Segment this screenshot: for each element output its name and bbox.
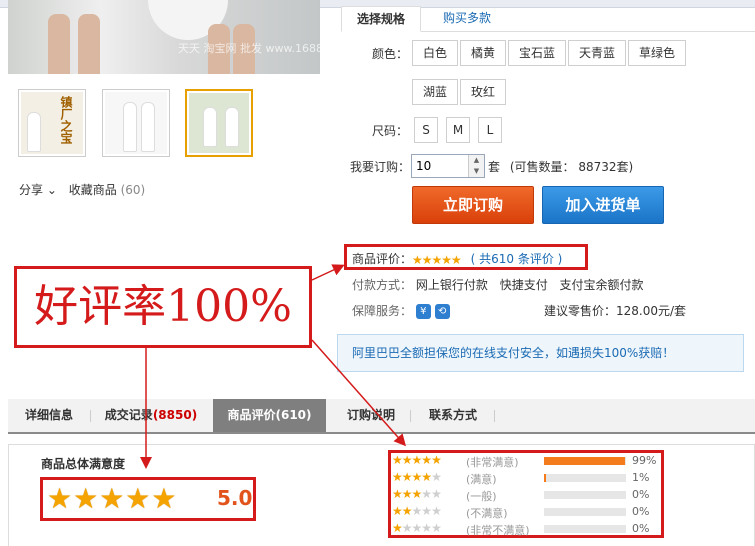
size-option[interactable]: S	[414, 117, 438, 143]
thumbnail-figure	[123, 102, 137, 152]
available-quantity: (可售数量： 88732套)	[509, 160, 634, 174]
chevron-down-icon: ⌄	[43, 183, 57, 197]
tab-buy-multiple[interactable]: 购买多款	[443, 6, 491, 32]
tab-divider	[494, 410, 495, 422]
payment-secure-notice: 阿里巴巴全额担保您的在线支付安全，如遇损失100%获赔！	[337, 334, 744, 372]
thumbnail-1[interactable]: 镇厂之宝	[18, 89, 86, 157]
size-option[interactable]: L	[478, 117, 502, 143]
chevron-down-icon[interactable]: ▼	[469, 166, 484, 177]
add-to-cart-button[interactable]: 加入进货单	[542, 186, 664, 224]
breakdown-stars: ★★★★★	[392, 504, 442, 518]
arrow-to-review	[311, 264, 345, 281]
review-row: 商品评价：★★★★★ ( 共610 条评价 )	[352, 250, 562, 267]
favorite-link[interactable]: 收藏商品 (60)	[69, 183, 145, 197]
size-label: 尺码：	[371, 124, 408, 138]
image-watermark: 天天 淘宝网 批发 www.1688.com	[178, 42, 320, 55]
color-option[interactable]: 天青蓝	[568, 40, 627, 66]
tab-reviews[interactable]: 商品评价(610)	[213, 399, 326, 432]
breakdown-stars: ★★★★★	[392, 487, 442, 501]
satisfaction-highlight-box: ★★★★★ 5.0	[40, 477, 256, 521]
tab-contact[interactable]: 联系方式	[414, 399, 492, 432]
breakdown-bar	[544, 457, 626, 465]
annotation-box: 好评率100%	[14, 266, 312, 348]
color-option[interactable]: 玫红	[460, 79, 507, 105]
breakdown-label: (非常不满意)	[466, 524, 530, 537]
quantity-label: 我要订购：	[350, 160, 411, 174]
breakdown-stars: ★★★★★	[392, 470, 442, 484]
breakdown-percent: 99%	[632, 454, 657, 467]
color-option[interactable]: 湖蓝	[412, 79, 459, 105]
breakdown-label: (满意)	[466, 473, 497, 486]
color-option[interactable]: 宝石蓝	[508, 40, 567, 66]
retail-price-label: 建议零售价：	[544, 304, 617, 318]
breakdown-bar-fill	[544, 474, 546, 482]
tab-details[interactable]: 详细信息	[8, 399, 90, 432]
quantity-stepper[interactable]: ▲ ▼	[411, 154, 485, 178]
color-option[interactable]: 白色	[412, 40, 459, 66]
return-shield-icon[interactable]: ⟲	[434, 304, 450, 319]
review-stars: ★★★★★	[412, 252, 462, 267]
quantity-unit-row: 套 (可售数量： 88732套)	[488, 158, 633, 175]
tab-divider	[90, 410, 91, 422]
share-link[interactable]: 分享 ⌄	[19, 183, 57, 197]
review-label: 商品评价：	[352, 252, 413, 266]
tab-order-notes[interactable]: 订购说明	[332, 399, 410, 432]
color-label: 颜色：	[371, 47, 408, 61]
order-now-button[interactable]: 立即订购	[412, 186, 534, 224]
color-option[interactable]: 橘黄	[460, 40, 507, 66]
model-leg	[48, 14, 70, 74]
thumbnail-badge: 镇厂之宝	[59, 96, 73, 144]
breakdown-percent: 0%	[632, 505, 650, 518]
annotation-text: 好评率100%	[34, 281, 292, 332]
product-main-image: 天天 淘宝网 批发 www.1688.com	[8, 0, 320, 74]
tab-select-spec[interactable]: 选择规格	[341, 6, 421, 32]
thumbnail-figure	[141, 102, 155, 152]
breakdown-bar	[544, 525, 626, 533]
breakdown-label: (不满意)	[466, 507, 508, 520]
spec-tabs: 选择规格 购买多款	[341, 6, 755, 32]
chevron-up-icon[interactable]: ▲	[469, 155, 484, 166]
breakdown-bar	[544, 508, 626, 516]
detail-tabs: 详细信息 成交记录(8850) 商品评价(610) 订购说明 联系方式	[8, 399, 755, 434]
breakdown-percent: 0%	[632, 522, 650, 535]
thumbnail-figure	[225, 107, 239, 147]
color-option[interactable]: 草绿色	[628, 40, 687, 66]
review-count-link[interactable]: ( 共610 条评价 )	[471, 252, 563, 266]
breakdown-stars: ★★★★★	[392, 521, 442, 535]
quantity-input[interactable]	[412, 155, 468, 177]
guarantee-row: 保障服务： ¥ ⟲	[352, 302, 450, 319]
satisfaction-score: 5.0	[217, 486, 253, 510]
breakdown-stars: ★★★★★	[392, 453, 442, 467]
quantity-unit: 套	[488, 160, 501, 174]
breakdown-label: (一般)	[466, 490, 497, 503]
size-option[interactable]: M	[446, 117, 470, 143]
breakdown-bar	[544, 491, 626, 499]
quantity-spinner[interactable]: ▲ ▼	[468, 155, 484, 177]
payment-method: 网上银行付款	[415, 278, 488, 292]
breakdown-bar-fill	[544, 457, 626, 465]
breakdown-bar	[544, 474, 626, 482]
guarantee-label: 保障服务：	[352, 304, 413, 318]
retail-price-row: 建议零售价：128.00元/套	[544, 302, 686, 319]
breakdown-label: (非常满意)	[466, 456, 519, 469]
thumbnail-3[interactable]	[185, 89, 253, 157]
retail-price: 128.00元/套	[616, 304, 687, 318]
satisfaction-title: 商品总体满意度	[41, 457, 126, 471]
thumbnail-figure	[203, 107, 217, 147]
payment-method: 支付宝余额付款	[559, 278, 644, 292]
share-row: 分享 ⌄ 收藏商品 (60)	[19, 181, 145, 198]
payment-method: 快捷支付	[499, 278, 548, 292]
breakdown-percent: 0%	[632, 488, 650, 501]
thumbnail-figure	[27, 112, 41, 152]
thumbnail-2[interactable]	[102, 89, 170, 157]
satisfaction-stars: ★★★★★	[47, 482, 178, 515]
tab-divider	[410, 410, 411, 422]
payment-row: 付款方式： 网上银行付款 快捷支付 支付宝余额付款	[352, 276, 644, 293]
yen-shield-icon[interactable]: ¥	[415, 304, 431, 319]
payment-label: 付款方式：	[352, 278, 413, 292]
model-leg	[78, 14, 100, 74]
tab-transactions[interactable]: 成交记录(8850)	[96, 399, 206, 432]
breakdown-percent: 1%	[632, 471, 650, 484]
